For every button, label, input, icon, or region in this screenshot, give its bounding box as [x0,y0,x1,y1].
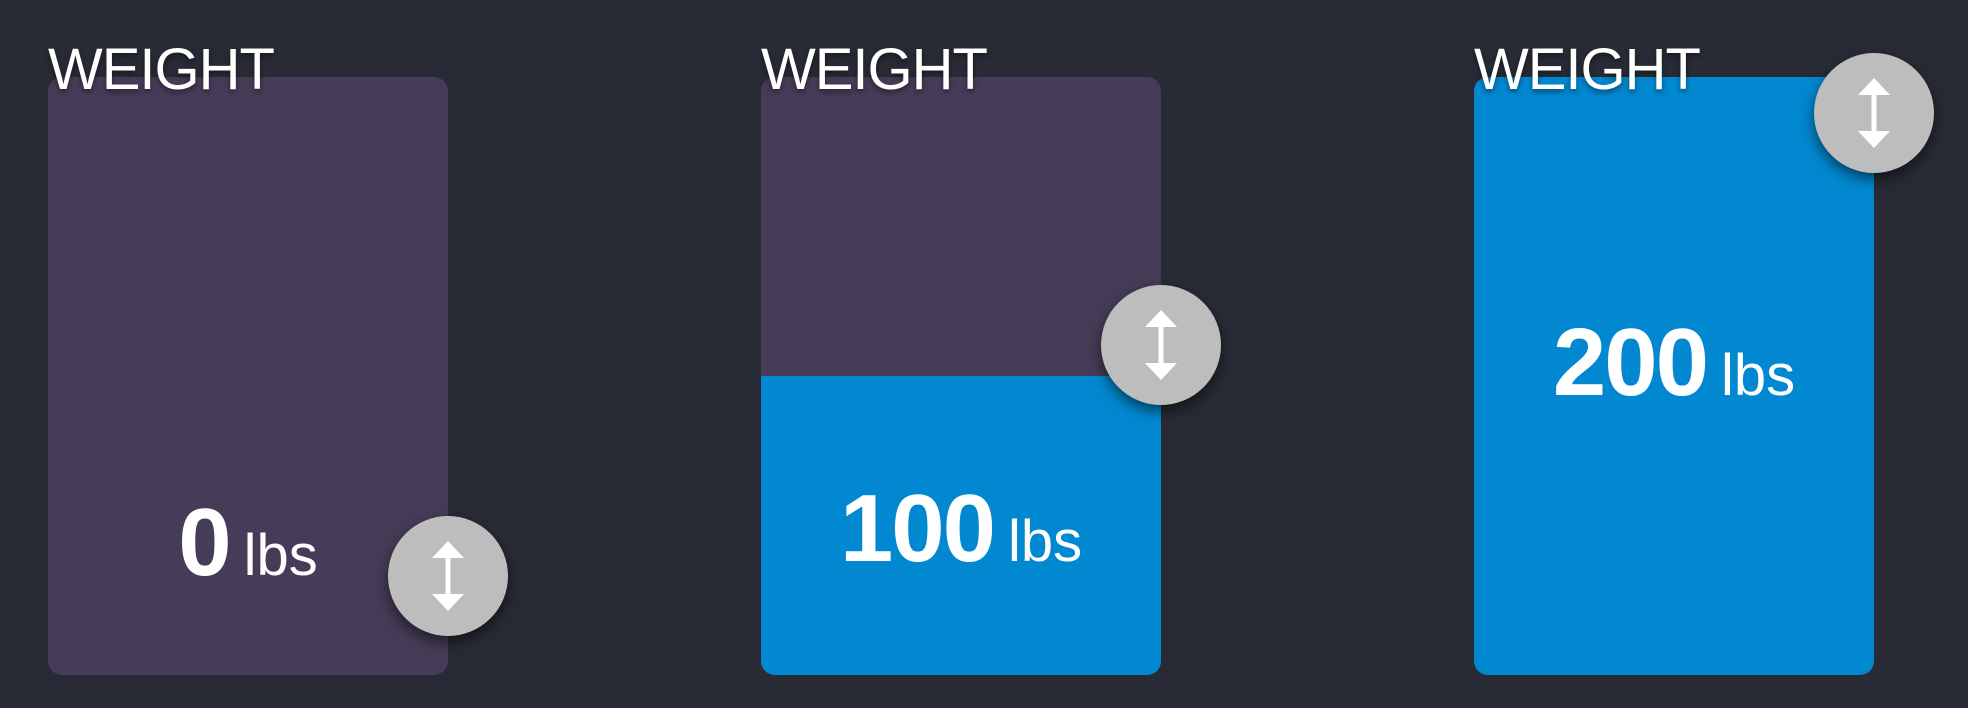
slider-handle[interactable] [1814,53,1934,173]
slider-handle[interactable] [388,516,508,636]
weight-unit: lbs [243,523,318,588]
slider-label: WEIGHT [761,37,988,102]
weight-value: 0 [178,489,231,596]
weight-slider-1[interactable]: WEIGHT 0 lbs [48,0,508,708]
weight-slider-3[interactable]: WEIGHT 200 lbs [1474,0,1934,708]
weight-slider-2[interactable]: WEIGHT 100 lbs [761,0,1221,708]
slider-track[interactable] [761,77,1161,675]
weight-value: 200 [1552,309,1709,416]
slider-label: WEIGHT [48,37,275,102]
weight-readout: 100 lbs [761,474,1161,584]
vertical-resize-icon [432,541,464,611]
vertical-resize-icon [1858,78,1890,148]
vertical-resize-icon [1145,309,1177,380]
weight-unit: lbs [1008,508,1083,574]
weight-readout: 200 lbs [1474,308,1874,418]
weight-unit: lbs [1721,343,1796,408]
slider-handle[interactable] [1101,284,1221,405]
weight-value: 100 [839,474,996,582]
slider-label: WEIGHT [1474,37,1701,102]
